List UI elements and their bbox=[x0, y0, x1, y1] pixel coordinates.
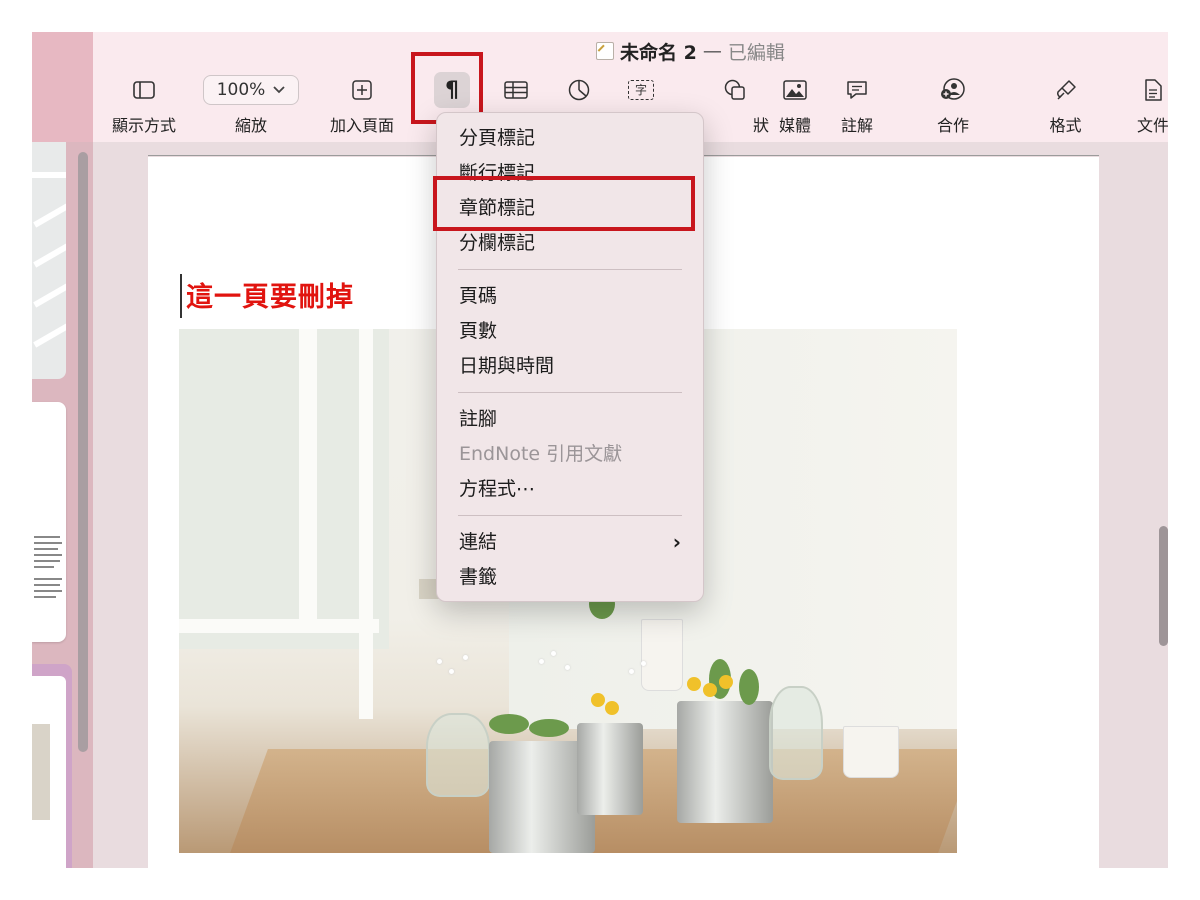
document-name: 未命名 2 bbox=[620, 41, 697, 64]
toolbar-comment-label: 註解 bbox=[840, 116, 873, 135]
toolbar-document-label: 文件 bbox=[1136, 116, 1168, 135]
menu-separator bbox=[458, 392, 682, 393]
page-thumbnail-3-selected[interactable] bbox=[32, 664, 72, 868]
toolbar-collaborate-label: 合作 bbox=[936, 116, 969, 135]
zoom-select[interactable]: 100% bbox=[203, 75, 299, 105]
shape-icon bbox=[715, 76, 755, 104]
comment-icon bbox=[837, 76, 877, 104]
document-file-icon bbox=[596, 42, 614, 60]
toolbar-zoom-label: 縮放 bbox=[234, 116, 267, 135]
document-icon bbox=[1133, 76, 1168, 104]
format-brush-icon bbox=[1043, 76, 1088, 104]
text-box-glyph: 字 bbox=[628, 80, 654, 100]
toolbar-media-label: 媒體 bbox=[778, 116, 811, 135]
sidebar-icon bbox=[109, 76, 179, 104]
menu-item-page-number[interactable]: 頁碼 bbox=[459, 281, 681, 311]
toolbar-view-button[interactable]: 顯示方式 bbox=[109, 76, 179, 136]
text-cursor bbox=[180, 274, 182, 318]
toolbar-format-button[interactable]: 格式 bbox=[1043, 76, 1088, 136]
document-heading[interactable]: 這一頁要刪掉 bbox=[186, 275, 354, 314]
menu-item-page-count[interactable]: 頁數 bbox=[459, 316, 681, 346]
sidebar-header bbox=[32, 32, 93, 142]
chart-icon bbox=[559, 76, 599, 104]
chevron-down-icon bbox=[273, 86, 285, 94]
collaborate-icon bbox=[928, 76, 978, 104]
window-title: 未命名 2 — 已編輯 bbox=[596, 38, 785, 64]
chevron-right-icon: › bbox=[672, 530, 681, 554]
toolbar-document-button[interactable]: 文件 bbox=[1133, 76, 1168, 136]
menu-separator bbox=[458, 269, 682, 270]
menu-item-page-break[interactable]: 分頁標記 bbox=[459, 123, 681, 153]
menu-separator bbox=[458, 515, 682, 516]
zoom-value: 100% bbox=[216, 80, 266, 100]
toolbar-zoom[interactable]: 100% 縮放 bbox=[201, 75, 301, 136]
menu-item-column-break[interactable]: 分欄標記 bbox=[459, 228, 681, 258]
toolbar-table-button[interactable] bbox=[496, 76, 536, 104]
page-thumbnail-sidebar bbox=[32, 142, 93, 868]
title-separator: — bbox=[702, 40, 722, 62]
menu-item-footnote[interactable]: 註腳 bbox=[459, 404, 681, 434]
media-icon bbox=[775, 76, 815, 104]
sidebar-scrollbar[interactable] bbox=[78, 152, 88, 752]
menu-item-equation[interactable]: 方程式⋯ bbox=[459, 474, 681, 504]
menu-item-bookmark[interactable]: 書籤 bbox=[459, 562, 681, 592]
table-icon bbox=[496, 76, 536, 104]
toolbar-shape-label: 狀 bbox=[752, 116, 769, 135]
toolbar-view-label: 顯示方式 bbox=[111, 116, 176, 135]
page-thumbnail-2[interactable] bbox=[32, 402, 66, 642]
menu-item-endnote-citation: EndNote 引用文獻 bbox=[459, 443, 623, 465]
toolbar-chart-button[interactable] bbox=[559, 76, 599, 104]
text-box-icon: 字 bbox=[621, 76, 661, 104]
page-thumbnail-1[interactable] bbox=[32, 142, 66, 379]
toolbar-add-page-button[interactable]: 加入頁面 bbox=[317, 76, 407, 136]
add-page-icon bbox=[317, 76, 407, 104]
toolbar-comment-button[interactable]: 註解 bbox=[837, 76, 877, 136]
toolbar-text-button[interactable]: 字 bbox=[621, 76, 661, 104]
menu-item-date-time[interactable]: 日期與時間 bbox=[459, 351, 681, 381]
document-status: 已編輯 bbox=[727, 41, 785, 64]
menu-item-link-label: 連結 bbox=[459, 531, 498, 553]
toolbar-collaborate-button[interactable]: 合作 bbox=[928, 76, 978, 136]
toolbar-format-label: 格式 bbox=[1049, 116, 1082, 135]
menu-item-link[interactable]: 連結 › bbox=[459, 527, 681, 557]
highlight-section-break bbox=[433, 176, 695, 231]
toolbar-media-button[interactable]: 媒體 bbox=[775, 76, 815, 136]
document-scrollbar[interactable] bbox=[1159, 526, 1168, 646]
toolbar-shape-button[interactable]: 狀 bbox=[715, 76, 769, 136]
toolbar-add-page-label: 加入頁面 bbox=[329, 116, 394, 135]
